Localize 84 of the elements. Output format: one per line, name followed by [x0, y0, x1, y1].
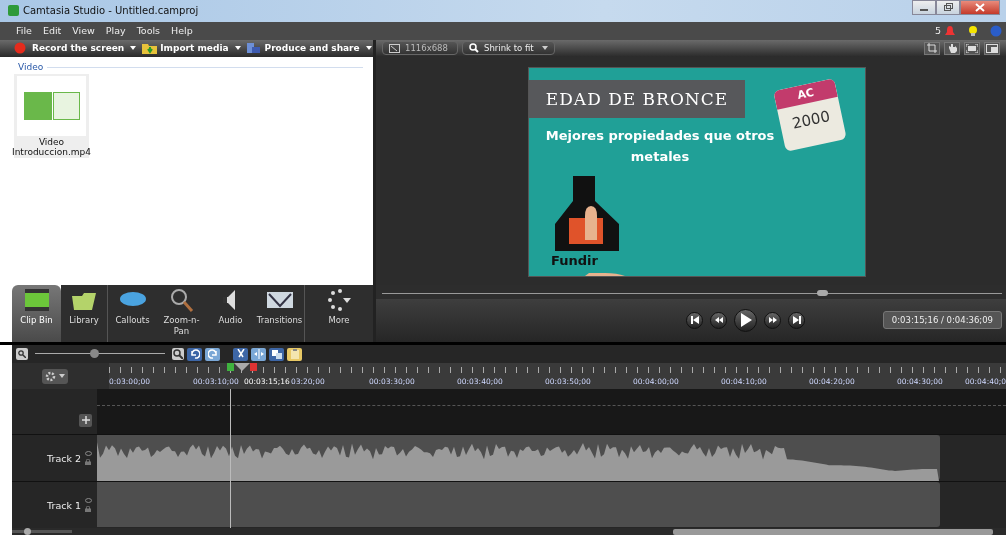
skip-back-icon — [690, 316, 699, 325]
undo-icon[interactable] — [187, 347, 202, 361]
menu-item[interactable]: File — [16, 25, 32, 37]
copy-icon[interactable] — [269, 347, 284, 361]
tab[interactable]: Audio — [206, 284, 255, 342]
window-title: Camtasia Studio - Untitled.camproj — [23, 5, 199, 17]
produce-icon — [246, 42, 262, 55]
dimensions-button[interactable]: 1116x688 — [382, 41, 458, 56]
toolbar-button[interactable]: Record the screen — [14, 42, 137, 55]
caret-icon — [234, 46, 241, 51]
zoom-dropdown[interactable]: Shrink to fit — [462, 41, 555, 56]
add-track-button[interactable] — [79, 413, 92, 427]
hand-icon[interactable] — [944, 41, 960, 55]
dots-icon — [325, 287, 353, 312]
lightbulb-icon[interactable] — [967, 24, 979, 37]
caret-icon — [365, 46, 372, 51]
menu-item[interactable]: Edit — [42, 25, 62, 37]
restore-button[interactable] — [936, 0, 960, 15]
lock-icon[interactable] — [85, 506, 91, 512]
playhead[interactable] — [227, 363, 257, 371]
toolbar-button[interactable]: Import media — [142, 42, 241, 55]
fast-forward-icon — [768, 317, 777, 324]
slide-subtitle: Mejores propiedades que otros metales — [544, 127, 776, 167]
scrollbar-thumb[interactable] — [673, 529, 993, 535]
close-button[interactable] — [960, 0, 1000, 15]
time-display: 0:03:15;16 / 0:04:36;09 — [882, 311, 1002, 330]
plus-icon — [81, 416, 90, 424]
gear-icon — [44, 370, 56, 382]
minimize-button[interactable] — [912, 0, 936, 15]
rewind-icon — [714, 317, 723, 324]
split-icon[interactable] — [251, 347, 266, 361]
app-logo-icon — [8, 5, 19, 17]
rewind-button[interactable] — [710, 311, 728, 329]
tab[interactable]: Transitions — [255, 284, 304, 342]
menu-item[interactable]: Help — [171, 25, 193, 37]
playback-slider-thumb[interactable] — [817, 289, 829, 296]
menu-item[interactable]: View — [72, 25, 95, 37]
lock-icon[interactable] — [85, 459, 91, 465]
paste-icon[interactable] — [287, 347, 302, 361]
eye-icon[interactable] — [85, 498, 92, 503]
fast-forward-button[interactable] — [764, 311, 782, 329]
caret-icon — [130, 46, 137, 51]
slide-heading: EDAD DE BRONCE — [529, 80, 745, 119]
media-clip[interactable]: Video Introduccion.mp4 — [14, 74, 89, 159]
skip-forward-icon — [792, 316, 801, 325]
track-name: Track 1 — [47, 499, 81, 511]
play-button[interactable] — [734, 308, 758, 332]
search-icon — [469, 43, 479, 54]
folder-icon — [142, 42, 158, 55]
playback-slider[interactable] — [382, 287, 1002, 299]
tab[interactable]: More — [305, 284, 373, 342]
zoom-in-icon[interactable] — [172, 348, 184, 360]
restore-icon — [943, 3, 953, 12]
tab[interactable]: Zoom-n-Pan — [157, 284, 206, 342]
menu-item[interactable]: Play — [105, 25, 126, 37]
play-icon — [739, 313, 752, 328]
zoom-slider[interactable] — [35, 349, 165, 359]
menu-item[interactable]: Tools — [136, 25, 161, 37]
film-strip-icon — [22, 287, 51, 312]
slide-caption: Fundir — [551, 254, 598, 268]
notification-count: 5 — [934, 25, 941, 37]
calendar-drawing: AC 2000 — [773, 78, 847, 153]
zoom-slider-thumb[interactable] — [89, 349, 99, 358]
close-icon — [975, 3, 985, 12]
caret-icon — [58, 374, 65, 378]
zoom-out-icon[interactable] — [16, 348, 28, 360]
settings-button[interactable] — [41, 368, 68, 384]
caret-icon — [541, 46, 548, 51]
thumbnail-placeholder — [17, 76, 86, 137]
tab[interactable]: Callouts — [108, 284, 157, 342]
tab[interactable]: Clip Bin — [12, 284, 61, 342]
detach-icon[interactable] — [984, 41, 1000, 55]
resize-icon — [389, 43, 400, 53]
tab[interactable]: Library — [61, 284, 107, 342]
toolbar-button[interactable]: Produce and share — [246, 42, 372, 55]
skip-forward-button[interactable] — [788, 311, 806, 329]
redo-icon[interactable] — [205, 347, 220, 361]
crop-icon[interactable] — [924, 41, 940, 55]
eye-icon[interactable] — [85, 451, 92, 456]
track-name: Track 2 — [47, 452, 81, 464]
cut-icon[interactable] — [233, 347, 248, 361]
section-heading: Video — [18, 62, 44, 73]
fullscreen-icon[interactable] — [964, 41, 980, 55]
skip-back-button[interactable] — [686, 311, 704, 329]
